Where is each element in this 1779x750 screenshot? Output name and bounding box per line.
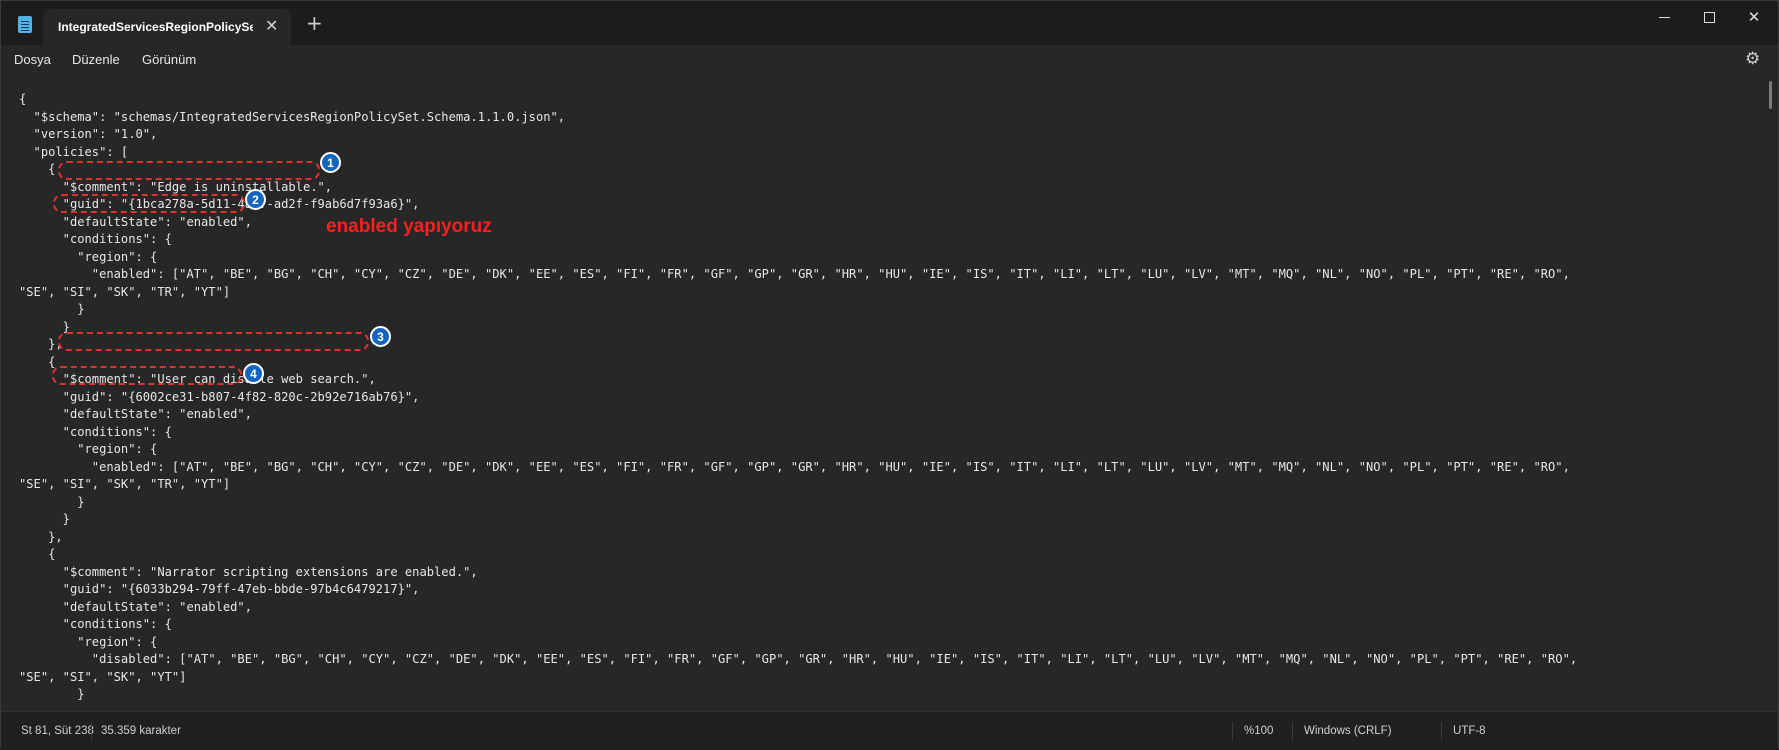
menu-bar: Dosya Düzenle Görünüm ⚙ <box>1 45 1778 77</box>
annotation-highlight-4 <box>52 366 242 385</box>
status-divider <box>1441 722 1442 740</box>
new-tab-button[interactable]: + <box>306 13 323 33</box>
tab-document[interactable]: IntegratedServicesRegionPolicySet ✕ <box>43 9 291 45</box>
annotation-note: enabled yapıyoruz <box>326 216 492 237</box>
minimize-icon <box>1658 16 1670 18</box>
maximize-icon <box>1703 11 1715 23</box>
close-window-icon: ✕ <box>1747 8 1761 26</box>
close-icon[interactable]: ✕ <box>265 16 278 35</box>
vertical-scrollbar[interactable] <box>1768 81 1774 701</box>
annotation-highlight-2 <box>53 194 245 213</box>
status-divider <box>91 722 92 740</box>
character-count: 35.359 karakter <box>101 725 181 737</box>
tab-title: IntegratedServicesRegionPolicySet <box>58 20 253 34</box>
annotation-badge-1: 1 <box>320 152 341 173</box>
annotation-badge-3: 3 <box>370 326 391 347</box>
zoom-level[interactable]: %100 <box>1244 725 1273 737</box>
annotation-badge-2: 2 <box>245 189 266 210</box>
cursor-position: St 81, Süt 238 <box>21 725 94 737</box>
status-divider <box>1232 722 1233 740</box>
annotation-highlight-1 <box>58 161 320 180</box>
status-bar: St 81, Süt 238 35.359 karakter %100 Wind… <box>1 711 1778 750</box>
line-ending[interactable]: Windows (CRLF) <box>1304 725 1392 737</box>
editor-content[interactable]: { "$schema": "schemas/IntegratedServices… <box>19 91 1577 704</box>
menu-gorunum[interactable]: Görünüm <box>142 52 196 67</box>
notepad-window: IntegratedServicesRegionPolicySet ✕ + ✕ … <box>0 0 1779 750</box>
maximize-button[interactable] <box>1686 1 1732 33</box>
gear-icon[interactable]: ⚙ <box>1745 49 1760 69</box>
title-bar: IntegratedServicesRegionPolicySet ✕ + ✕ <box>1 1 1778 45</box>
close-window-button[interactable]: ✕ <box>1731 1 1777 33</box>
annotation-highlight-3 <box>58 332 369 351</box>
scroll-thumb[interactable] <box>1769 81 1772 109</box>
notepad-icon <box>18 16 32 33</box>
menu-duzenle[interactable]: Düzenle <box>72 52 120 67</box>
annotation-badge-4: 4 <box>243 363 264 384</box>
status-divider <box>1292 722 1293 740</box>
minimize-button[interactable] <box>1641 1 1687 33</box>
encoding[interactable]: UTF-8 <box>1453 725 1486 737</box>
menu-dosya[interactable]: Dosya <box>14 52 51 67</box>
